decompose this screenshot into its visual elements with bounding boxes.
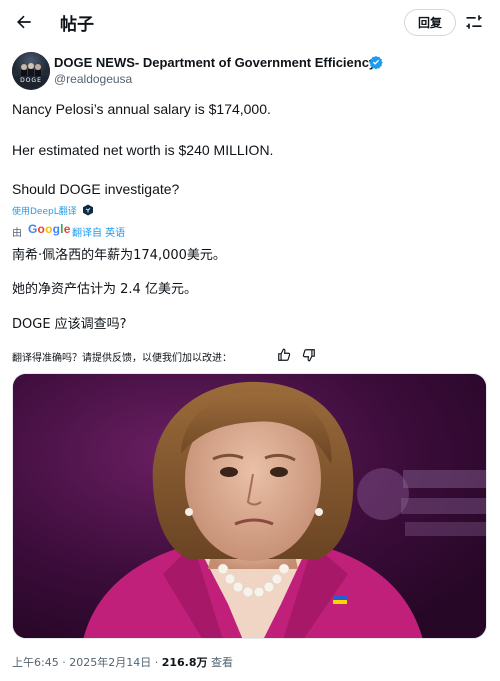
feedback-prompt: 翻译得准确吗？请提供反馈，以便我们加以改进：	[12, 353, 232, 364]
reply-button[interactable]: 回复	[404, 9, 456, 36]
google-letter: G	[28, 222, 38, 236]
translated-text-line: 南希·佩洛西的年薪为174,000美元。	[12, 248, 226, 263]
avatar-text: DOGE	[20, 77, 42, 84]
views-label: 查看	[211, 656, 233, 669]
avatar[interactable]: DOGE	[12, 52, 50, 90]
deepl-translate-link[interactable]: 使用DeepL翻译	[12, 204, 77, 217]
google-letter: g	[52, 222, 61, 236]
portrait-illustration	[13, 374, 486, 638]
verified-badge-icon	[369, 55, 383, 70]
tweet-time[interactable]: 上午6:45	[12, 656, 59, 669]
google-logo: Google	[28, 222, 71, 236]
deepl-icon[interactable]	[82, 203, 94, 216]
separator-dot: ·	[62, 656, 66, 669]
author-handle[interactable]: @realdogeusa	[54, 72, 132, 86]
thumbs-up-icon[interactable]	[277, 348, 291, 362]
tweet-media-image[interactable]	[12, 373, 487, 639]
separator-dot: ·	[154, 656, 159, 669]
top-bar: 帖子 回复	[0, 0, 500, 44]
back-arrow-icon[interactable]	[12, 10, 36, 34]
view-count: 216.8万	[161, 656, 208, 669]
page-title: 帖子	[60, 15, 94, 35]
tweet-text-line: Nancy Pelosi’s annual salary is $174,000…	[12, 101, 271, 117]
google-letter: o	[45, 222, 53, 236]
tweet-text-line: Should DOGE investigate?	[12, 181, 180, 197]
sliders-icon[interactable]	[464, 12, 484, 32]
tweet-meta: 上午6:45 · 2025年2月14日 · 216.8万 查看	[12, 654, 233, 670]
translated-by-label: 由	[12, 228, 22, 239]
translated-text-line: 她的净资产估计为 2.4 亿美元。	[12, 282, 197, 297]
google-letter: o	[37, 222, 46, 236]
translated-from-link[interactable]: 翻译自 英语	[72, 224, 125, 239]
author-display-name[interactable]: DOGE NEWS- Department of Government Effi…	[54, 55, 376, 70]
tweet-text-line: Her estimated net worth is $240 MILLION.	[12, 142, 274, 158]
google-letter: e	[63, 222, 71, 236]
thumbs-down-icon[interactable]	[302, 348, 316, 362]
avatar-figures	[21, 63, 41, 76]
tweet-author: DOGE DOGE NEWS- Department of Government…	[12, 52, 492, 92]
tweet-date[interactable]: 2025年2月14日	[69, 656, 151, 669]
translated-text-line: DOGE 应该调查吗?	[12, 317, 127, 332]
